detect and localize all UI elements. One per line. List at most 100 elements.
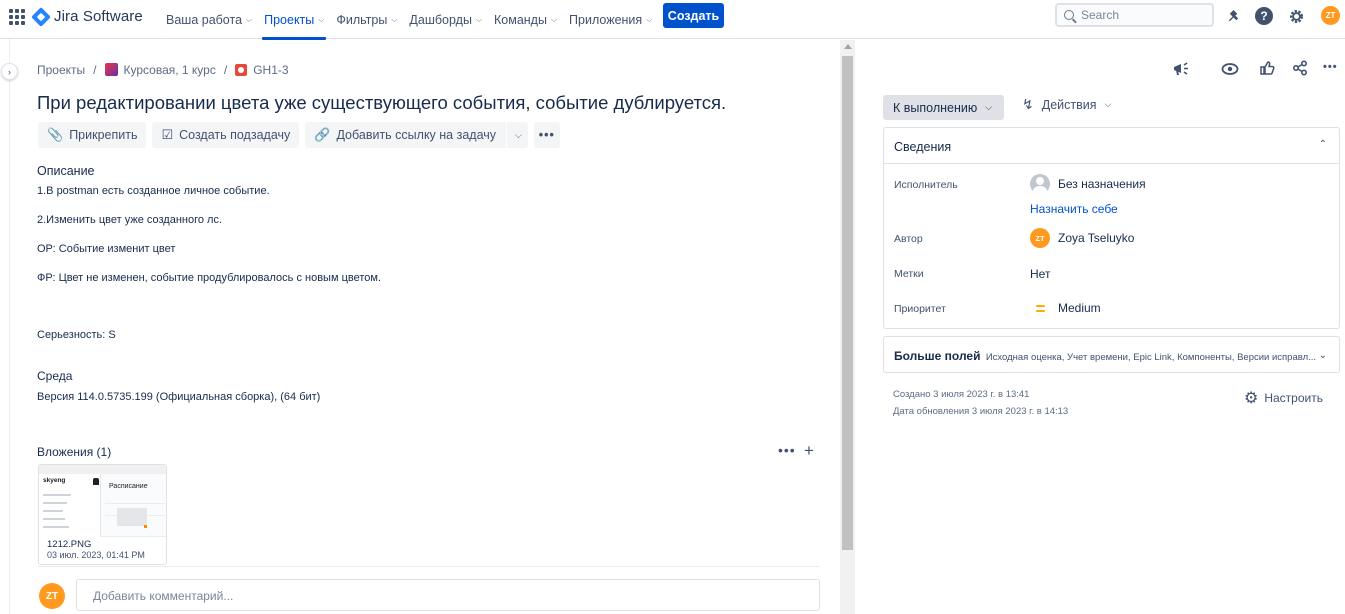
severity-text: Серьезность: S	[37, 329, 116, 341]
priority-label: Приоритет	[894, 303, 946, 315]
top-navigation: Jira Software Ваша работа ⌵ Проекты ⌵ Филь…	[0, 0, 1345, 40]
chevron-down-icon[interactable]: ⌵	[515, 130, 522, 141]
description-label: Описание	[37, 164, 95, 178]
description-line: 1.В postman есть созданное личное событи…	[37, 185, 270, 197]
nav-projects[interactable]: Проекты ⌵	[258, 0, 330, 40]
chevron-down-icon: ⌵	[246, 14, 253, 24]
labels-label: Метки	[894, 268, 924, 280]
updated-date: Дата обновления 3 июля 2023 г. в 14:13	[893, 406, 1069, 417]
more-actions-button[interactable]: •••	[533, 122, 560, 148]
search-placeholder: Search	[1081, 8, 1120, 22]
user-avatar[interactable]: ZT	[1321, 6, 1340, 25]
description-line: ОР: Событие изменит цвет	[37, 243, 176, 255]
app-switcher-icon[interactable]	[9, 9, 25, 25]
details-header[interactable]: Сведения ⌃	[884, 128, 1339, 164]
link-issue-button[interactable]: 🔗 Добавить ссылку на задачу ⌵	[305, 122, 528, 148]
description-line: ФР: Цвет не изменен, событие продублиров…	[37, 272, 381, 284]
chevron-down-icon[interactable]: ⌄	[1319, 350, 1327, 361]
scroll-up-arrow-icon[interactable]	[844, 44, 852, 49]
more-options-icon[interactable]: •••	[1323, 61, 1338, 73]
bug-icon	[235, 64, 248, 76]
vote-thumbs-up-icon[interactable]	[1259, 60, 1275, 80]
priority-medium-icon	[1030, 304, 1050, 312]
breadcrumb-issue[interactable]: GH1-3	[235, 63, 289, 77]
comment-input[interactable]: Добавить комментарий...	[76, 579, 820, 611]
divider	[38, 566, 820, 567]
share-icon[interactable]	[1292, 60, 1308, 80]
assignee-value[interactable]: Без назначения	[1030, 174, 1146, 194]
attachments-more-icon[interactable]: •••	[778, 442, 796, 458]
nav-your-work[interactable]: Ваша работа ⌵	[160, 0, 258, 39]
issue-title[interactable]: При редактировании цвета уже существующе…	[37, 92, 726, 114]
help-icon[interactable]: ?	[1254, 6, 1274, 26]
labels-value[interactable]: Нет	[1030, 267, 1050, 281]
actions-dropdown[interactable]: ↯ Действия ⌵	[1022, 96, 1111, 113]
create-subtask-button[interactable]: ☑ Создать подзадачу	[152, 122, 300, 148]
feedback-megaphone-icon[interactable]	[1172, 60, 1190, 82]
breadcrumb-projects[interactable]: Проекты	[37, 63, 85, 77]
more-fields-list: Исходная оценка, Учет времени, Epic Link…	[985, 352, 1317, 363]
search-input[interactable]: Search	[1055, 3, 1214, 27]
chevron-down-icon: ⌵	[475, 14, 482, 24]
chevron-down-icon: ⌵	[646, 14, 653, 24]
environment-value: Версия 114.0.5735.199 (Официальная сборк…	[37, 391, 321, 403]
breadcrumb: Проекты / Курсовая, 1 курс / GH1-3	[37, 63, 289, 77]
author-avatar: ZT	[1030, 228, 1050, 248]
settings-gear-icon[interactable]	[1286, 6, 1306, 26]
environment-label: Среда	[37, 369, 73, 383]
chevron-down-icon: ⌵	[1104, 99, 1112, 109]
description-line: 2.Изменить цвет уже созданного лс.	[37, 214, 223, 226]
attachment-thumbnail: skyeng Расписание	[39, 465, 166, 537]
assign-to-me-link[interactable]: Назначить себе	[1030, 202, 1118, 216]
thumbnail-heading: Расписание	[109, 483, 148, 490]
nav-filters[interactable]: Фильтры ⌵	[330, 0, 403, 39]
issue-actions: 📎 Прикрепить ☑ Создать подзадачу 🔗 Добавить…	[38, 122, 560, 148]
watch-eye-icon[interactable]	[1221, 60, 1239, 82]
chevron-down-icon: ⌵	[550, 14, 558, 24]
jira-logo[interactable]: Jira Software	[31, 6, 143, 27]
project-icon	[104, 63, 118, 76]
author-label: Автор	[894, 233, 923, 245]
attachment-date: 03 июл. 2023, 01:41 PM	[47, 550, 145, 560]
nav-menu: Ваша работа ⌵ Проекты ⌵ Фильтры ⌵ Дашборды ⌵…	[160, 0, 658, 40]
scroll-thumb[interactable]	[842, 56, 853, 550]
create-button[interactable]: Создать	[663, 3, 724, 28]
commenter-avatar: ZT	[39, 583, 65, 609]
notifications-icon[interactable]	[1223, 6, 1243, 26]
search-icon	[1064, 10, 1074, 20]
chevron-up-icon[interactable]: ⌃	[1319, 139, 1327, 150]
jira-logo-text: Jira Software	[54, 8, 143, 25]
more-fields-title: Больше полей	[894, 349, 981, 363]
sidebar-collapsed	[0, 39, 10, 614]
more-icon: •••	[538, 128, 555, 142]
nav-teams[interactable]: Команды ⌵	[488, 0, 563, 39]
expand-sidebar-chevron-icon[interactable]: ›	[1, 63, 18, 80]
more-fields-panel[interactable]: Больше полей Исходная оценка, Учет време…	[883, 336, 1340, 373]
assignee-label: Исполнитель	[894, 179, 958, 191]
priority-value[interactable]: Medium	[1030, 301, 1101, 315]
add-attachment-icon[interactable]: +	[804, 441, 814, 461]
attachment-card[interactable]: skyeng Расписание 1212.PNG 03 июл. 2023,…	[38, 464, 167, 565]
jira-logo-icon	[31, 6, 51, 27]
configure-button[interactable]: ⚙ Настроить	[1244, 388, 1323, 408]
breadcrumb-project[interactable]: Курсовая, 1 курс	[104, 63, 216, 77]
nav-apps[interactable]: Приложения ⌵	[563, 0, 658, 39]
status-dropdown[interactable]: К выполнению ⌵	[883, 95, 1004, 120]
paperclip-icon: 📎	[47, 127, 64, 142]
attach-button[interactable]: 📎 Прикрепить	[38, 122, 147, 148]
chevron-down-icon: ⌵	[391, 14, 398, 24]
unassigned-avatar-icon	[1030, 174, 1050, 194]
details-panel: Сведения ⌃ Исполнитель Без назначения Наз…	[883, 127, 1340, 329]
attachments-label: Вложения (1)	[37, 445, 112, 459]
gear-icon: ⚙	[1244, 390, 1259, 407]
link-icon: 🔗	[314, 127, 331, 142]
attachment-name: 1212.PNG	[47, 539, 92, 550]
main-scrollbar[interactable]	[840, 40, 855, 614]
created-date: Создано 3 июля 2023 г. в 13:41	[893, 389, 1030, 400]
subtask-icon: ☑	[161, 127, 174, 142]
author-value[interactable]: ZT Zoya Tseluyko	[1030, 228, 1134, 248]
chevron-down-icon: ⌵	[318, 14, 325, 24]
nav-dashboards[interactable]: Дашборды ⌵	[403, 0, 488, 39]
chevron-down-icon: ⌵	[985, 102, 993, 112]
lightning-icon: ↯	[1022, 96, 1034, 112]
